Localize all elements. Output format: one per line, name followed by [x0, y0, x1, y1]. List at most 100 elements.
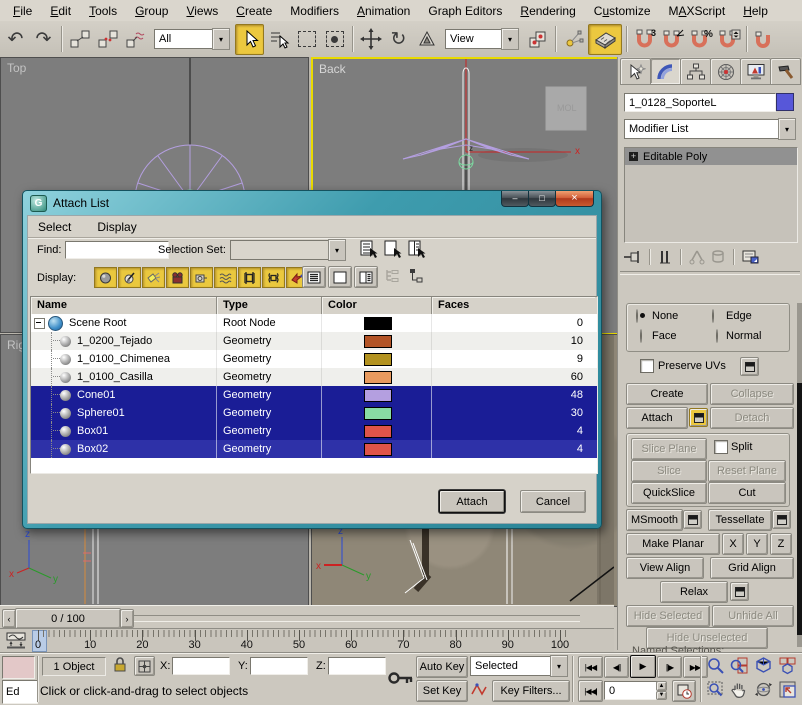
dialog-menu-display[interactable]: Display: [97, 218, 148, 236]
msmooth-button[interactable]: MSmooth: [626, 509, 683, 531]
set-key-button[interactable]: Set Key: [416, 680, 468, 702]
viewport-top-label[interactable]: Top: [7, 61, 26, 75]
tessellate-settings-button[interactable]: [772, 510, 791, 529]
display-cameras-icon[interactable]: [166, 267, 189, 288]
display-none-button[interactable]: [328, 266, 352, 288]
x-coordinate-field[interactable]: [172, 657, 230, 675]
menu-modifiers[interactable]: Modifiers: [281, 2, 348, 20]
unlink-selection-icon[interactable]: [94, 25, 121, 54]
select-subtree-icon[interactable]: [408, 268, 424, 283]
pin-stack-icon[interactable]: [622, 249, 642, 265]
relax-settings-button[interactable]: [730, 582, 749, 601]
auto-key-button[interactable]: Auto Key: [416, 656, 468, 678]
selection-lock-icon[interactable]: [112, 656, 128, 673]
open-mini-curve-editor-button[interactable]: [3, 631, 28, 650]
rectangular-selection-region-icon[interactable]: [293, 25, 320, 54]
chevron-down-icon[interactable]: ▾: [328, 239, 346, 261]
stack-item-editable-poly[interactable]: + Editable Poly: [625, 148, 797, 165]
preserve-uvs-checkbox[interactable]: [640, 359, 654, 373]
toolbar-clipped-icon[interactable]: [751, 25, 778, 54]
menu-group[interactable]: Group: [126, 2, 177, 20]
select-by-name-icon[interactable]: [265, 25, 292, 54]
view-align-button[interactable]: View Align: [626, 557, 704, 579]
go-to-end-button[interactable]: ▶▶|: [683, 656, 708, 678]
column-header-type[interactable]: Type: [217, 297, 322, 314]
display-helpers-icon[interactable]: [190, 267, 213, 288]
menu-edit[interactable]: Edit: [41, 2, 80, 20]
constraint-face-radio[interactable]: [640, 329, 642, 343]
keyboard-shortcut-override-toggle[interactable]: [588, 24, 622, 55]
use-pivot-center-icon[interactable]: [524, 25, 551, 54]
menu-tools[interactable]: Tools: [80, 2, 126, 20]
time-configuration-button[interactable]: [672, 680, 696, 702]
bind-to-space-warp-icon[interactable]: [122, 25, 149, 54]
window-crossing-toggle-icon[interactable]: [321, 25, 348, 54]
column-header-color[interactable]: Color: [322, 297, 432, 314]
minimize-button[interactable]: –: [501, 191, 529, 207]
tab-modify[interactable]: [650, 58, 681, 85]
select-invert-icon[interactable]: [406, 239, 427, 259]
object-name-field[interactable]: 1_0128_SoporteL: [624, 93, 776, 112]
remove-modifier-icon[interactable]: [710, 249, 726, 265]
planar-x-button[interactable]: X: [722, 533, 744, 555]
time-slider-next-icon[interactable]: ›: [120, 609, 134, 628]
list-row-sphere01[interactable]: Sphere01Geometry30: [31, 404, 597, 422]
tab-utilities[interactable]: [770, 58, 801, 85]
tab-motion[interactable]: [710, 58, 741, 85]
unhide-all-button[interactable]: Unhide All: [712, 605, 794, 627]
zoom-all-icon[interactable]: [730, 656, 749, 675]
zoom-region-icon[interactable]: [706, 680, 725, 699]
maximize-button[interactable]: □: [528, 191, 556, 207]
column-header-name[interactable]: Name: [31, 297, 217, 314]
tessellate-button[interactable]: Tessellate: [708, 509, 772, 531]
redo-icon[interactable]: ↷: [30, 25, 57, 54]
object-color-swatch[interactable]: [776, 93, 794, 111]
planar-y-button[interactable]: Y: [746, 533, 768, 555]
menu-file[interactable]: File: [4, 2, 41, 20]
y-coordinate-field[interactable]: [250, 657, 308, 675]
time-slider-prev-icon[interactable]: ‹: [2, 609, 16, 628]
select-and-scale-icon[interactable]: [413, 25, 440, 54]
dialog-menu-select[interactable]: Select: [38, 218, 83, 236]
arc-rotate-icon[interactable]: [754, 680, 773, 699]
create-button[interactable]: Create: [626, 383, 708, 405]
grid-align-button[interactable]: Grid Align: [710, 557, 794, 579]
cut-button[interactable]: Cut: [708, 482, 786, 504]
reference-coordinate-dropdown[interactable]: View ▾: [445, 29, 519, 49]
list-row-cone01[interactable]: Cone01Geometry48: [31, 386, 597, 404]
default-in-out-tangent-icon[interactable]: [470, 681, 488, 699]
chevron-down-icon[interactable]: ▾: [212, 28, 230, 50]
zoom-extents-all-icon[interactable]: [778, 656, 797, 675]
go-to-start-button[interactable]: |◀◀: [578, 656, 603, 678]
display-xrefs-icon[interactable]: [262, 267, 285, 288]
snaps-toggle-icon[interactable]: 3: [631, 25, 658, 54]
tab-display[interactable]: [740, 58, 771, 85]
cancel-button[interactable]: Cancel: [520, 490, 586, 513]
time-slider-thumb[interactable]: 0 / 100: [15, 608, 121, 629]
display-shapes-icon[interactable]: [118, 267, 141, 288]
key-filters-button[interactable]: Key Filters...: [492, 680, 570, 702]
select-none-icon[interactable]: [382, 239, 403, 259]
show-end-result-icon[interactable]: [657, 249, 673, 265]
msmooth-settings-button[interactable]: [683, 510, 702, 529]
select-and-rotate-icon[interactable]: ↻: [385, 25, 412, 54]
display-lights-icon[interactable]: [142, 267, 165, 288]
make-planar-button[interactable]: Make Planar: [626, 533, 720, 555]
display-space-warps-icon[interactable]: [214, 267, 237, 288]
menu-help[interactable]: Help: [734, 2, 777, 20]
maxscript-mini-editor[interactable]: Ed: [2, 680, 38, 704]
frame-spinner[interactable]: ▲ ▼: [656, 681, 667, 700]
find-input[interactable]: [65, 241, 169, 259]
detach-button[interactable]: Detach: [710, 407, 794, 429]
attach-settings-button[interactable]: [689, 408, 708, 427]
preserve-uvs-settings-button[interactable]: [740, 357, 759, 376]
spinner-snap-toggle-icon[interactable]: [715, 25, 742, 54]
spinner-down-icon[interactable]: ▼: [656, 691, 667, 701]
display-groups-icon[interactable]: [238, 267, 261, 288]
zoom-icon[interactable]: [706, 656, 725, 675]
chevron-down-icon[interactable]: ▾: [778, 118, 796, 140]
reset-plane-button[interactable]: Reset Plane: [708, 460, 786, 482]
column-header-faces[interactable]: Faces: [432, 297, 595, 314]
configure-modifier-sets-icon[interactable]: [741, 249, 759, 265]
select-object-button[interactable]: [235, 24, 264, 55]
